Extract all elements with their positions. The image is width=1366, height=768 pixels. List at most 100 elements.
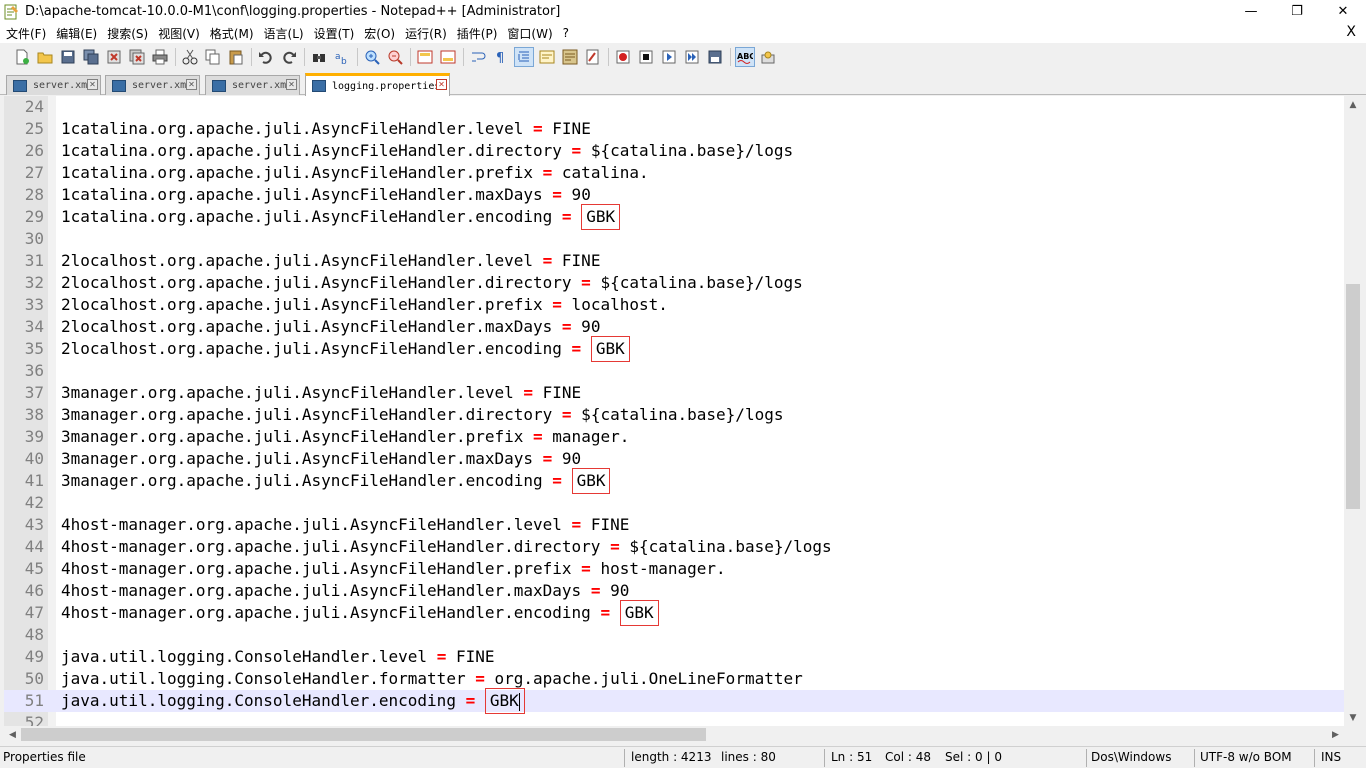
code-line[interactable]: 48 xyxy=(4,624,1344,646)
line-text[interactable]: 3manager.org.apache.juli.AsyncFileHandle… xyxy=(61,404,783,426)
save-icon[interactable] xyxy=(58,47,78,67)
word-wrap-icon[interactable] xyxy=(468,47,488,67)
spell-check-icon[interactable]: ABC xyxy=(735,46,755,67)
find-icon[interactable] xyxy=(309,47,329,67)
line-text[interactable]: 2localhost.org.apache.juli.AsyncFileHand… xyxy=(61,336,630,362)
code-line[interactable]: 25 1catalina.org.apache.juli.AsyncFileHan… xyxy=(4,118,1344,140)
menu-view[interactable]: 视图(V) xyxy=(152,25,204,42)
line-text[interactable]: 3manager.org.apache.juli.AsyncFileHandle… xyxy=(61,382,581,404)
line-text[interactable]: 3manager.org.apache.juli.AsyncFileHandle… xyxy=(61,448,581,470)
code-line[interactable]: 52 xyxy=(4,712,1344,726)
menu-search[interactable]: 搜索(S) xyxy=(101,25,152,42)
menu-window[interactable]: 窗口(W) xyxy=(501,25,556,42)
line-text[interactable]: 3manager.org.apache.juli.AsyncFileHandle… xyxy=(61,468,611,494)
user-language-icon[interactable] xyxy=(537,47,557,67)
scroll-right-icon[interactable]: ▶ xyxy=(1327,726,1344,743)
open-file-icon[interactable] xyxy=(35,47,55,67)
code-line[interactable]: 26 1catalina.org.apache.juli.AsyncFileHan… xyxy=(4,140,1344,162)
code-line[interactable]: 31 2localhost.org.apache.juli.AsyncFileHa… xyxy=(4,250,1344,272)
horizontal-scroll-thumb[interactable] xyxy=(21,728,706,741)
code-line[interactable]: 33 2localhost.org.apache.juli.AsyncFileHa… xyxy=(4,294,1344,316)
print-icon[interactable] xyxy=(150,47,170,67)
play-macro-icon[interactable] xyxy=(659,47,679,67)
sync-vertical-icon[interactable] xyxy=(415,47,435,67)
menu-edit[interactable]: 编辑(E) xyxy=(50,25,101,42)
line-text[interactable]: 2localhost.org.apache.juli.AsyncFileHand… xyxy=(61,250,600,272)
code-line[interactable]: 28 1catalina.org.apache.juli.AsyncFileHan… xyxy=(4,184,1344,206)
code-line[interactable]: 38 3manager.org.apache.juli.AsyncFileHand… xyxy=(4,404,1344,426)
replace-icon[interactable]: ab xyxy=(332,47,352,67)
paste-icon[interactable] xyxy=(226,47,246,67)
line-text[interactable]: 4host-manager.org.apache.juli.AsyncFileH… xyxy=(61,580,629,602)
code-line[interactable]: 24 xyxy=(4,96,1344,118)
cut-icon[interactable] xyxy=(180,47,200,67)
redo-icon[interactable] xyxy=(279,47,299,67)
zoom-out-icon[interactable] xyxy=(385,47,405,67)
line-text[interactable]: 3manager.org.apache.juli.AsyncFileHandle… xyxy=(61,426,629,448)
menu-macro[interactable]: 宏(O) xyxy=(358,25,399,42)
scroll-down-icon[interactable]: ▼ xyxy=(1344,709,1362,726)
scroll-up-icon[interactable]: ▲ xyxy=(1344,96,1362,113)
code-line[interactable]: 37 3manager.org.apache.juli.AsyncFileHand… xyxy=(4,382,1344,404)
zoom-in-icon[interactable] xyxy=(362,47,382,67)
close-file-icon[interactable] xyxy=(104,47,124,67)
line-text[interactable]: 4host-manager.org.apache.juli.AsyncFileH… xyxy=(61,514,629,536)
vertical-scrollbar[interactable]: ▲ ▼ xyxy=(1344,96,1362,726)
code-line[interactable]: 27 1catalina.org.apache.juli.AsyncFileHan… xyxy=(4,162,1344,184)
new-file-icon[interactable] xyxy=(12,47,32,67)
undo-icon[interactable] xyxy=(256,47,276,67)
menu-help[interactable]: ? xyxy=(557,26,573,40)
code-line[interactable]: 43 4host-manager.org.apache.juli.AsyncFil… xyxy=(4,514,1344,536)
close-window-button[interactable]: ✕ xyxy=(1320,0,1366,23)
record-macro-icon[interactable] xyxy=(613,47,633,67)
line-text[interactable]: 2localhost.org.apache.juli.AsyncFileHand… xyxy=(61,294,668,316)
function-list-icon[interactable] xyxy=(583,47,603,67)
code-line[interactable]: 34 2localhost.org.apache.juli.AsyncFileHa… xyxy=(4,316,1344,338)
line-text[interactable]: java.util.logging.ConsoleHandler.level =… xyxy=(61,646,495,668)
tab-close-icon[interactable]: ✕ xyxy=(87,79,98,90)
line-text[interactable]: 2localhost.org.apache.juli.AsyncFileHand… xyxy=(61,316,600,338)
code-line[interactable]: 42 xyxy=(4,492,1344,514)
code-line[interactable]: 30 xyxy=(4,228,1344,250)
code-line[interactable]: 44 4host-manager.org.apache.juli.AsyncFil… xyxy=(4,536,1344,558)
line-text[interactable]: 2localhost.org.apache.juli.AsyncFileHand… xyxy=(61,272,803,294)
code-line[interactable]: 47 4host-manager.org.apache.juli.AsyncFil… xyxy=(4,600,1344,626)
code-line[interactable]: 29 1catalina.org.apache.juli.AsyncFileHan… xyxy=(4,204,1344,230)
code-line[interactable]: 39 3manager.org.apache.juli.AsyncFileHand… xyxy=(4,426,1344,448)
save-all-icon[interactable] xyxy=(81,47,101,67)
minimize-button[interactable]: — xyxy=(1228,0,1274,23)
menu-language[interactable]: 语言(L) xyxy=(258,25,308,42)
close-all-icon[interactable] xyxy=(127,47,147,67)
line-text[interactable]: 1catalina.org.apache.juli.AsyncFileHandl… xyxy=(61,184,591,206)
tab-server-xml-2[interactable]: server.xml ✕ xyxy=(105,75,200,95)
code-line[interactable]: 45 4host-manager.org.apache.juli.AsyncFil… xyxy=(4,558,1344,580)
line-text[interactable]: 1catalina.org.apache.juli.AsyncFileHandl… xyxy=(61,162,649,184)
line-text[interactable]: 1catalina.org.apache.juli.AsyncFileHandl… xyxy=(61,118,591,140)
line-text[interactable]: 1catalina.org.apache.juli.AsyncFileHandl… xyxy=(61,140,793,162)
menu-file[interactable]: 文件(F) xyxy=(0,25,50,42)
menu-plugins[interactable]: 插件(P) xyxy=(451,25,502,42)
code-line[interactable]: 41 3manager.org.apache.juli.AsyncFileHand… xyxy=(4,468,1344,494)
line-text[interactable]: 4host-manager.org.apache.juli.AsyncFileH… xyxy=(61,558,726,580)
menu-settings[interactable]: 设置(T) xyxy=(308,25,359,42)
tab-server-xml-3[interactable]: server.xml ✕ xyxy=(205,75,300,95)
indent-guide-icon[interactable] xyxy=(514,46,534,67)
document-map-icon[interactable] xyxy=(560,47,580,67)
line-text[interactable]: java.util.logging.ConsoleHandler.encodin… xyxy=(61,688,525,714)
line-text[interactable]: java.util.logging.ConsoleHandler.formatt… xyxy=(61,668,803,690)
stop-macro-icon[interactable] xyxy=(636,47,656,67)
code-line[interactable]: 51 java.util.logging.ConsoleHandler.encod… xyxy=(4,688,1344,714)
code-line[interactable]: 49 java.util.logging.ConsoleHandler.level… xyxy=(4,646,1344,668)
spell-options-icon[interactable] xyxy=(758,47,778,67)
code-line[interactable]: 46 4host-manager.org.apache.juli.AsyncFil… xyxy=(4,580,1344,602)
line-text[interactable]: 1catalina.org.apache.juli.AsyncFileHandl… xyxy=(61,204,621,230)
save-macro-icon[interactable] xyxy=(705,47,725,67)
code-line[interactable]: 35 2localhost.org.apache.juli.AsyncFileHa… xyxy=(4,336,1344,362)
code-line[interactable]: 50 java.util.logging.ConsoleHandler.forma… xyxy=(4,668,1344,690)
run-macro-multiple-icon[interactable] xyxy=(682,47,702,67)
code-line[interactable]: 36 xyxy=(4,360,1344,382)
tab-close-icon[interactable]: ✕ xyxy=(186,79,197,90)
tab-server-xml-1[interactable]: server.xml ✕ xyxy=(6,75,101,95)
code-line[interactable]: 40 3manager.org.apache.juli.AsyncFileHand… xyxy=(4,448,1344,470)
vertical-scroll-thumb[interactable] xyxy=(1346,284,1360,509)
